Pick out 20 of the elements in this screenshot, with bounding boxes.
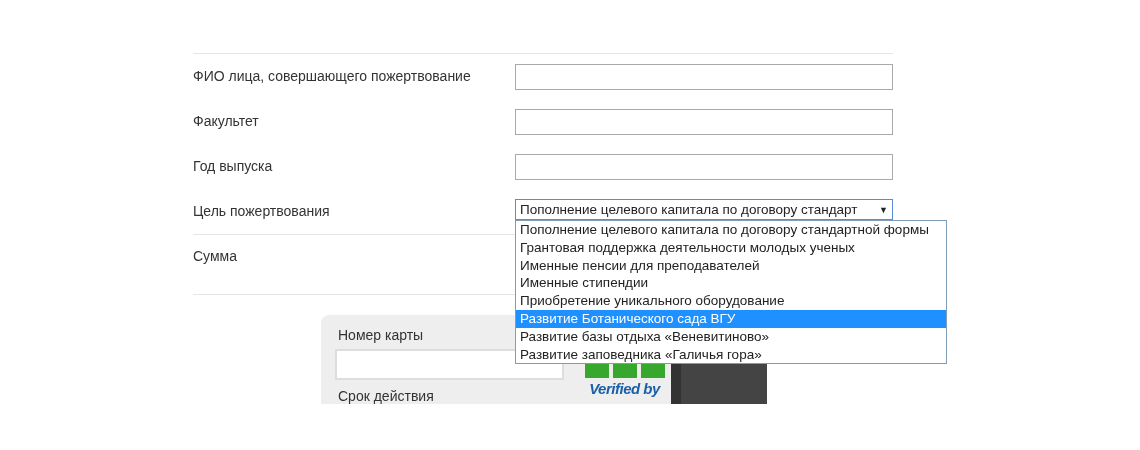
dropdown-option[interactable]: Приобретение уникального оборудование	[516, 292, 946, 310]
input-field[interactable]	[515, 109, 893, 135]
dropdown-option[interactable]: Именные стипендии	[516, 274, 946, 293]
payment-logo-icon	[584, 362, 665, 378]
field-label: Год выпуска	[193, 157, 274, 174]
dropdown-option[interactable]: Пополнение целевого капитала по договору стандартной формы	[516, 221, 946, 239]
field-label: ФИО лица, совершающего пожертвование	[193, 67, 472, 84]
expiry-label: Срок действия	[338, 388, 434, 404]
dropdown-option[interactable]: Развитие базы отдыха «Веневитиново»	[516, 327, 946, 346]
input-field[interactable]	[515, 154, 893, 180]
input-field[interactable]	[515, 64, 893, 90]
field-label: Сумма	[193, 247, 237, 264]
verified-logo: Verified by	[589, 380, 660, 397]
dropdown-option[interactable]: Именные пенсии для преподавателей	[516, 256, 946, 275]
dropdown-select[interactable]: Пополнение целевого капитала по договору стандарт ▼	[515, 199, 893, 220]
field-label: Факультет	[193, 112, 260, 129]
field-label: Цель пожертвования	[193, 202, 331, 219]
dropdown-option[interactable]: Развитие заповедника «Галичья гора»	[516, 345, 946, 364]
card-number-label: Номер карты	[338, 327, 424, 343]
dropdown-option[interactable]: Грантовая поддержка деятельности молодых ученых	[516, 238, 946, 257]
